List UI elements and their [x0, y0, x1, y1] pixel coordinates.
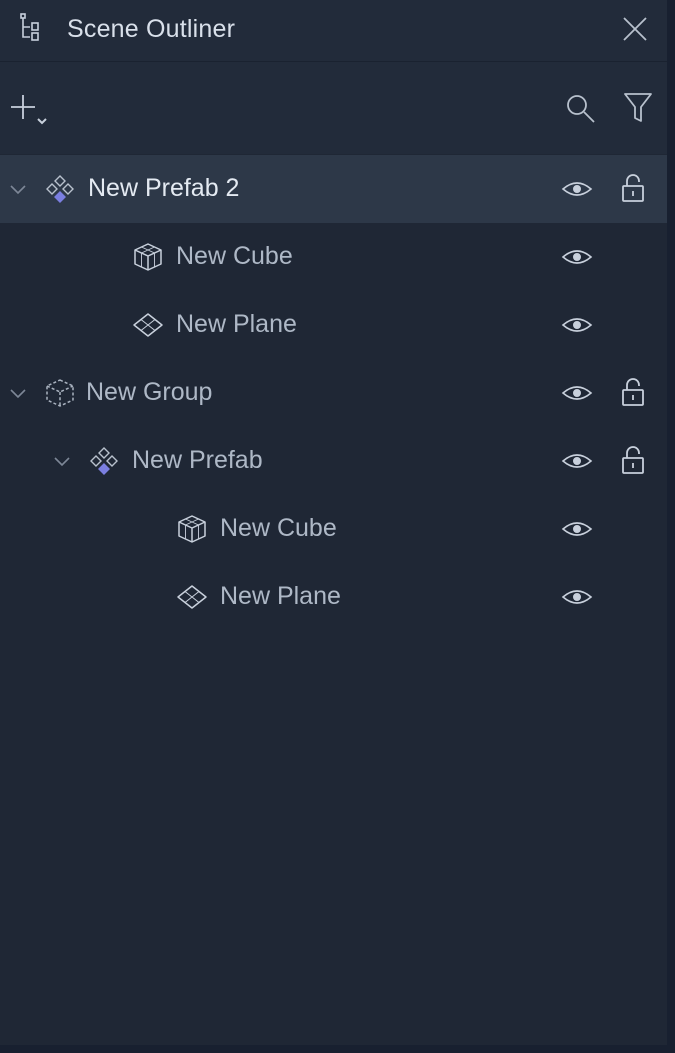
visibility-eye-icon[interactable] — [560, 447, 594, 475]
tree-row[interactable]: New Plane — [0, 291, 667, 359]
tree-row-label: New Plane — [220, 582, 341, 610]
panel-bottom-edge — [0, 1045, 675, 1053]
tree-row[interactable]: New Cube — [0, 223, 667, 291]
panel-right-edge — [667, 0, 675, 1053]
chevron-down-icon[interactable] — [8, 179, 28, 199]
unlock-icon[interactable] — [619, 444, 647, 476]
outliner-tree: New Prefab 2 New Cube New Plane New Group Ne… — [0, 155, 667, 631]
tree-row[interactable]: New Prefab 2 — [0, 155, 667, 223]
cube-icon — [176, 513, 208, 545]
tree-row-label: New Prefab 2 — [88, 174, 240, 202]
group-icon — [44, 377, 76, 409]
tree-row[interactable]: New Cube — [0, 495, 667, 563]
tree-row-label: New Group — [86, 378, 213, 406]
cube-icon — [132, 241, 164, 273]
visibility-eye-icon[interactable] — [560, 515, 594, 543]
visibility-eye-icon[interactable] — [560, 243, 594, 271]
unlock-icon[interactable] — [619, 172, 647, 204]
visibility-eye-icon[interactable] — [560, 379, 594, 407]
tree-row-label: New Prefab — [132, 446, 263, 474]
add-object-button[interactable] — [8, 92, 52, 132]
visibility-eye-icon[interactable] — [560, 311, 594, 339]
outliner-toolbar — [0, 62, 667, 154]
filter-icon[interactable] — [620, 90, 656, 126]
panel-title: Scene Outliner — [67, 15, 236, 43]
tree-row-label: New Plane — [176, 310, 297, 338]
tree-row[interactable]: New Prefab — [0, 427, 667, 495]
tree-row-label: New Cube — [176, 242, 293, 270]
chevron-down-icon[interactable] — [52, 451, 72, 471]
tree-row[interactable]: New Plane — [0, 563, 667, 631]
close-icon[interactable] — [620, 14, 650, 44]
tree-row[interactable]: New Group — [0, 359, 667, 427]
visibility-eye-icon[interactable] — [560, 583, 594, 611]
outliner-tree-icon — [20, 13, 48, 43]
plane-icon — [132, 309, 164, 341]
panel-header: Scene Outliner — [0, 0, 667, 62]
plane-icon — [176, 581, 208, 613]
tree-row-label: New Cube — [220, 514, 337, 542]
unlock-icon[interactable] — [619, 376, 647, 408]
prefab-icon — [88, 445, 120, 477]
chevron-down-icon[interactable] — [8, 383, 28, 403]
search-icon[interactable] — [562, 90, 598, 126]
scene-outliner-panel: Scene Outliner New Prefab 2 New Cube New P… — [0, 0, 667, 1045]
visibility-eye-icon[interactable] — [560, 175, 594, 203]
prefab-icon — [44, 173, 76, 205]
